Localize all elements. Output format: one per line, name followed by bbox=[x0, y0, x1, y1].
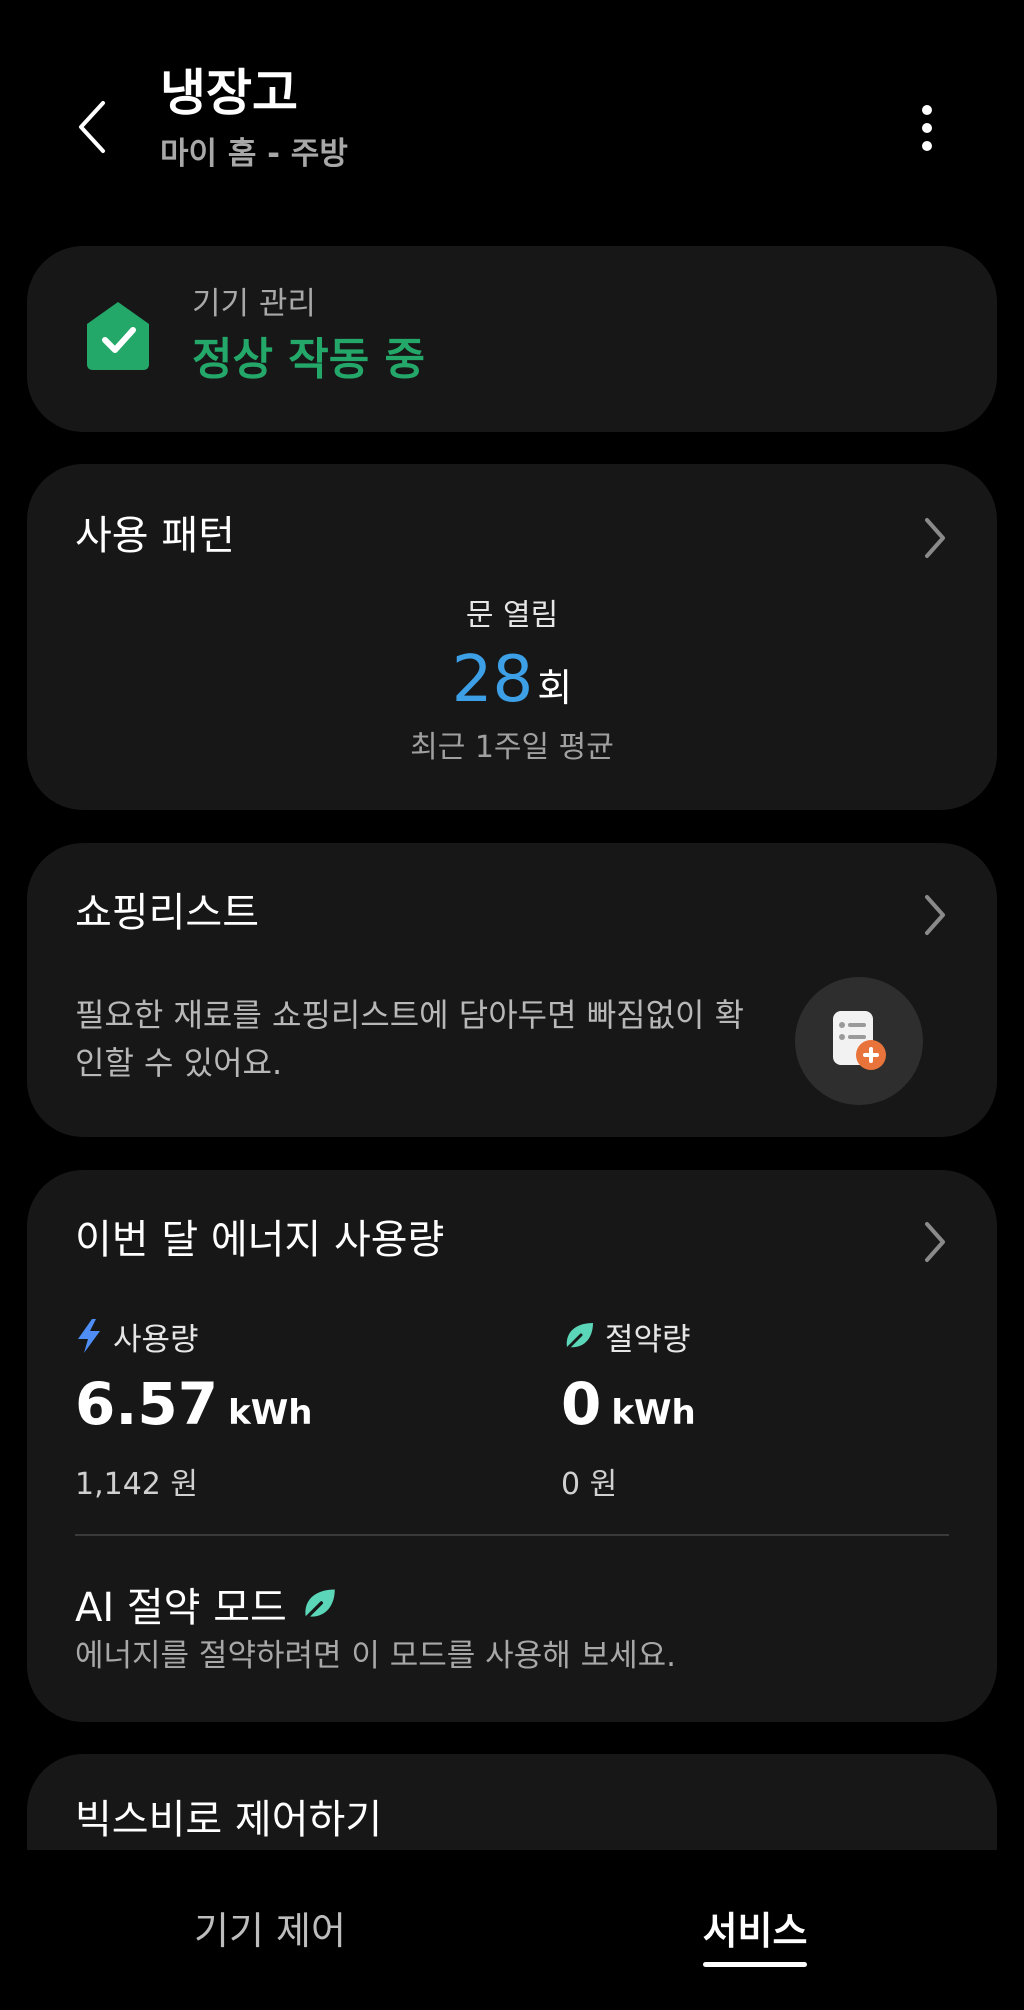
energy-saving-value: 0 bbox=[561, 1370, 602, 1438]
chevron-right-icon bbox=[925, 895, 945, 935]
energy-usage-section: 사용량 6.57 kWh 1,142 원 bbox=[75, 1314, 312, 1505]
lightning-icon bbox=[78, 1319, 100, 1353]
status-label: 기기 관리 bbox=[192, 286, 316, 322]
door-open-value: 28 bbox=[451, 643, 534, 717]
divider bbox=[75, 1534, 949, 1536]
more-options-button[interactable] bbox=[900, 96, 954, 160]
energy-saving-unit: kWh bbox=[611, 1393, 696, 1433]
energy-usage-value: 6.57 bbox=[75, 1370, 219, 1438]
door-open-unit: 회 bbox=[537, 666, 573, 710]
energy-usage-label: 사용량 bbox=[113, 1321, 199, 1358]
energy-saving-label: 절약량 bbox=[605, 1321, 691, 1358]
usage-pattern-title: 사용 패턴 bbox=[75, 513, 235, 559]
shield-check-icon bbox=[87, 302, 149, 370]
device-status-card[interactable]: 기기 관리 정상 작동 중 bbox=[27, 246, 997, 432]
header: 냉장고 마이 홈 - 주방 bbox=[0, 0, 1024, 220]
door-open-note: 최근 1주일 평균 bbox=[410, 730, 614, 765]
energy-usage-unit: kWh bbox=[228, 1393, 313, 1433]
tab-device-control[interactable]: 기기 제어 bbox=[160, 1906, 380, 1966]
ai-saving-mode-description: 에너지를 절약하려면 이 모드를 사용해 보세요. bbox=[75, 1638, 677, 1674]
energy-usage-cost: 1,142 원 bbox=[75, 1467, 199, 1502]
leaf-icon bbox=[563, 1323, 593, 1353]
door-open-count: 28 회 bbox=[27, 640, 997, 736]
chevron-left-icon bbox=[79, 101, 105, 153]
shopping-list-chevron[interactable] bbox=[915, 887, 955, 943]
energy-usage-card[interactable]: 이번 달 에너지 사용량 사용량 6.57 kWh 1,142 원 절약량 0 kW… bbox=[27, 1170, 997, 1722]
energy-title: 이번 달 에너지 사용량 bbox=[75, 1217, 445, 1263]
status-value: 정상 작동 중 bbox=[192, 334, 426, 385]
energy-saving-cost: 0 원 bbox=[561, 1467, 618, 1502]
usage-pattern-chevron[interactable] bbox=[915, 510, 955, 566]
energy-saving-section: 절약량 0 kWh 0 원 bbox=[561, 1314, 696, 1505]
bottom-navigation: 기기 제어 서비스 bbox=[0, 1850, 1024, 2010]
usage-pattern-card[interactable]: 사용 패턴 문 열림 28 회 최근 1주일 평균 bbox=[27, 464, 997, 810]
more-vertical-icon bbox=[922, 105, 932, 151]
shopping-list-title: 쇼핑리스트 bbox=[75, 890, 259, 936]
active-tab-indicator bbox=[703, 1962, 807, 1967]
tab-service[interactable]: 서비스 bbox=[680, 1906, 830, 1966]
leaf-icon bbox=[301, 1589, 335, 1623]
shopping-list-card[interactable]: 쇼핑리스트 필요한 재료를 쇼핑리스트에 담아두면 빠짐없이 확인할 수 있어요… bbox=[27, 843, 997, 1137]
door-open-label: 문 열림 bbox=[465, 598, 559, 633]
chevron-right-icon bbox=[925, 1222, 945, 1262]
bixby-control-title: 빅스비로 제어하기 bbox=[75, 1797, 383, 1843]
back-button[interactable] bbox=[62, 92, 122, 162]
ai-saving-mode-title: AI 절약 모드 bbox=[75, 1585, 287, 1631]
add-shopping-list-button[interactable] bbox=[795, 977, 923, 1105]
add-list-icon bbox=[833, 1011, 886, 1070]
page-subtitle: 마이 홈 - 주방 bbox=[160, 136, 348, 172]
chevron-right-icon bbox=[925, 518, 945, 558]
energy-chevron[interactable] bbox=[915, 1214, 955, 1270]
page-title: 냉장고 bbox=[160, 64, 298, 122]
shopping-list-description: 필요한 재료를 쇼핑리스트에 담아두면 빠짐없이 확인할 수 있어요. bbox=[75, 996, 745, 1082]
ai-saving-mode-button[interactable]: AI 절약 모드 bbox=[75, 1578, 337, 1631]
